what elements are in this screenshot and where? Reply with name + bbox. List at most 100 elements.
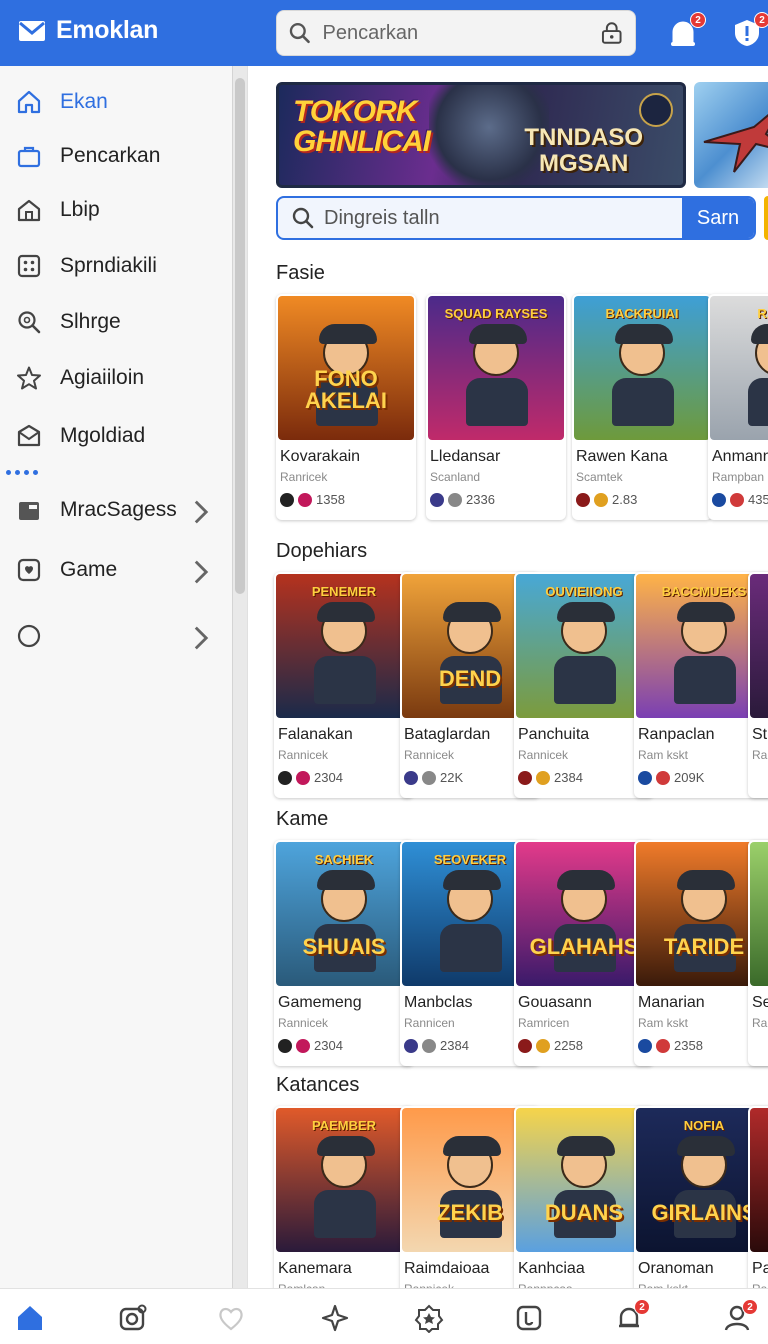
genre-icon — [404, 1038, 418, 1053]
genre-icon — [576, 492, 590, 507]
game-card[interactable]: Se Ra — [748, 840, 768, 1066]
sidebar-item-lbip[interactable]: Lbip — [0, 184, 232, 236]
sidebar-item-label: Game — [60, 558, 118, 581]
filter-edge-tab[interactable] — [764, 196, 768, 240]
thumbnail-title-text: SHUAIS — [302, 934, 386, 959]
game-stats: 2358 — [638, 1038, 703, 1053]
sidebar-item-sprndiakili[interactable]: Sprndiakili — [0, 240, 232, 292]
sidebar: Ekan Pencarkan Lbip Sprndiakili Slhrge A… — [0, 66, 232, 1288]
game-title: Oranoman — [638, 1260, 714, 1277]
game-card[interactable]: PAEMBERKanemaraRamlcan — [274, 1106, 414, 1288]
genre-icon — [430, 492, 444, 507]
genre-icon — [278, 770, 292, 785]
sidebar-item-ekan[interactable]: Ekan — [0, 76, 232, 128]
game-subtitle: Ram kskt — [638, 748, 689, 762]
game-title: Gouasann — [518, 994, 592, 1011]
sidebar-item-pencarkan[interactable]: Pencarkan — [0, 130, 232, 182]
game-thumbnail[interactable]: GLAHAHS — [516, 842, 652, 986]
play-count: 2.83 — [612, 492, 638, 507]
content-search-input[interactable] — [324, 206, 682, 230]
top-search-input[interactable] — [322, 21, 588, 45]
game-thumbnail[interactable]: OUVIEIIONG — [516, 574, 652, 718]
play-count: 2384 — [554, 770, 583, 785]
game-subtitle: Rannicek — [278, 1016, 329, 1030]
game-thumbnail[interactable]: PENEMER — [276, 574, 412, 718]
sidebar-item-label: MracSagess — [60, 498, 177, 521]
game-card[interactable]: GLAHAHS Gouasann Ramricen 2258 — [514, 840, 654, 1066]
secondary-banner[interactable] — [694, 82, 768, 188]
notification-button[interactable]: 2 — [664, 12, 706, 52]
game-thumbnail[interactable]: BACKRUIAI — [574, 296, 710, 440]
game-thumbnail[interactable] — [750, 1108, 768, 1252]
sidebar-scrollbar-thumb[interactable] — [235, 78, 245, 594]
folder-icon — [19, 502, 39, 520]
nav-camera[interactable] — [116, 1301, 150, 1335]
game-card[interactable]: PENEMER Falanakan Rannicek 2304 — [274, 572, 414, 798]
sidebar-item-mgoldiad[interactable]: Mgoldiad — [0, 410, 232, 462]
sidebar-item-circle[interactable] — [0, 610, 232, 662]
sidebar-item-slhrge[interactable]: Slhrge — [0, 296, 232, 348]
top-search-bar[interactable] — [276, 10, 636, 56]
game-thumbnail[interactable]: PAEMBER — [276, 1108, 412, 1252]
chevron-right-icon — [194, 560, 209, 584]
game-thumbnail[interactable] — [750, 574, 768, 718]
game-title: Gamemeng — [278, 994, 362, 1011]
game-thumbnail[interactable]: FONO AKELAI — [278, 296, 414, 440]
thumbnail-top-text: PAEMBER — [311, 1118, 377, 1133]
play-count: 2358 — [674, 1038, 703, 1053]
nav-explore[interactable] — [318, 1301, 352, 1335]
thumbnail-top-text: RAINC — [757, 306, 768, 321]
content-search-bar[interactable]: Sarn — [276, 196, 756, 240]
game-title: Manarian — [638, 994, 705, 1011]
game-thumbnail[interactable]: RAINC — [710, 296, 768, 440]
sidebar-item-mracsagess[interactable]: MracSagess — [0, 484, 232, 536]
play-count: 2304 — [314, 1038, 343, 1053]
search-submit-button[interactable]: Sarn — [682, 198, 754, 238]
sidebar-item-agiaiiloin[interactable]: Agiaiiloin — [0, 352, 232, 404]
nav-favorites[interactable] — [214, 1301, 248, 1335]
game-stats: 2304 — [278, 770, 343, 785]
game-card[interactable]: SQUAD RAYSES Lledansar Scanland 2336 — [426, 294, 566, 520]
game-thumbnail[interactable]: DUANS — [516, 1108, 652, 1252]
alert-badge: 2 — [754, 12, 768, 28]
game-stats: 209K — [638, 770, 704, 785]
banner-title-line1: TOKORK — [293, 95, 417, 128]
badge-star-icon — [414, 1304, 444, 1333]
nav-profile[interactable]: 2 — [720, 1299, 758, 1335]
genre-icon — [278, 1038, 292, 1053]
game-thumbnail[interactable] — [750, 842, 768, 986]
gamepad-icon — [17, 558, 41, 582]
brand[interactable]: Emoklan — [18, 16, 158, 45]
lock-icon[interactable] — [600, 21, 623, 45]
game-card[interactable]: OUVIEIIONG Panchuita Rannicek 2384 — [514, 572, 654, 798]
search-icon — [292, 207, 314, 229]
nav-notifications[interactable]: 2 — [612, 1299, 650, 1335]
nav-achievements[interactable] — [412, 1301, 446, 1335]
game-card[interactable]: FONO AKELAI Kovarakain Ranricek 1358 — [276, 294, 416, 520]
play-count: 22K — [440, 770, 464, 785]
game-title: Panchuita — [518, 726, 590, 743]
nav-library[interactable] — [512, 1301, 546, 1335]
game-subtitle: Ram kskt — [638, 1016, 689, 1030]
alert-button[interactable]: 2 — [728, 12, 768, 52]
more-dots[interactable] — [6, 470, 38, 475]
game-subtitle: Scanland — [430, 470, 481, 484]
game-card[interactable]: SACHIEK SHUAIS Gamemeng Rannicek 2304 — [274, 840, 414, 1066]
rating-icon — [656, 770, 670, 785]
game-card[interactable]: BACKRUIAI Rawen Kana Scamtek 2.83 — [572, 294, 712, 520]
game-card[interactable]: St Ra — [748, 572, 768, 798]
game-subtitle: Ra — [752, 748, 768, 762]
game-thumbnail[interactable]: SACHIEK SHUAIS — [276, 842, 412, 986]
mail-icon — [17, 424, 41, 447]
camera-icon — [119, 1304, 147, 1331]
featured-banner[interactable]: TOKORK GHNLICAI TNNDASO MGSAN — [276, 82, 686, 188]
game-card[interactable]: PaRa — [748, 1106, 768, 1288]
game-card[interactable]: DUANSKanhciaaRannpcaa — [514, 1106, 654, 1288]
game-subtitle: Rannicen — [404, 1016, 455, 1030]
game-thumbnail[interactable]: SQUAD RAYSES — [428, 296, 564, 440]
nav-home[interactable] — [13, 1301, 47, 1335]
sidebar-item-game[interactable]: Game — [0, 544, 232, 596]
house-icon — [17, 199, 41, 222]
play-count: 2384 — [440, 1038, 469, 1053]
game-card[interactable]: RAINC Anmann Rampban 435 — [708, 294, 768, 520]
